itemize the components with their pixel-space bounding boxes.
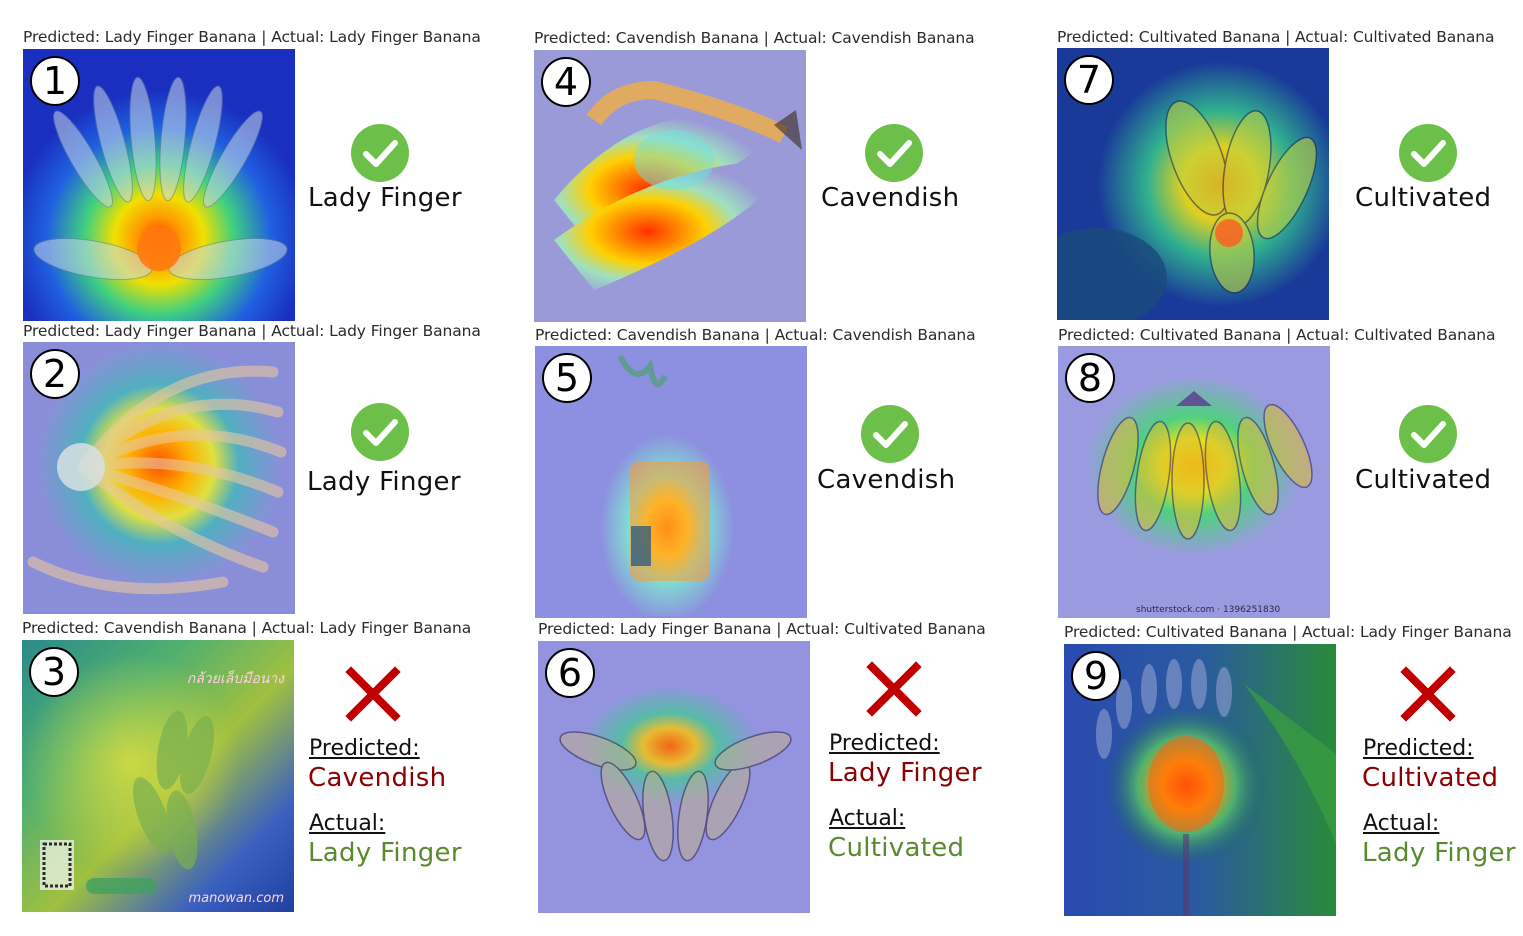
actual-value-6: Cultivated [828, 833, 965, 863]
number-badge-5: 5 [542, 353, 592, 403]
heatmap-image-5: 5 [535, 346, 807, 618]
cross-icon-6 [866, 661, 922, 717]
result-label-2: Lady Finger [307, 467, 461, 497]
number-badge-4: 4 [541, 57, 591, 107]
caption-5: Predicted: Cavendish Banana | Actual: Ca… [535, 326, 976, 344]
caption-4: Predicted: Cavendish Banana | Actual: Ca… [534, 29, 975, 47]
check-icon-4 [865, 124, 923, 182]
predicted-heading-9: Predicted: [1363, 736, 1474, 761]
result-label-8: Cultivated [1355, 465, 1492, 495]
result-label-4: Cavendish [821, 183, 960, 213]
check-icon-5 [861, 405, 919, 463]
check-icon-1 [351, 124, 409, 182]
cross-icon-9 [1400, 666, 1456, 722]
caption-8: Predicted: Cultivated Banana | Actual: C… [1058, 326, 1496, 344]
heatmap-image-6: 6 [538, 641, 810, 913]
result-label-1: Lady Finger [308, 183, 462, 213]
caption-7: Predicted: Cultivated Banana | Actual: C… [1057, 28, 1495, 46]
actual-value-9: Lady Finger [1362, 838, 1516, 868]
caption-2: Predicted: Lady Finger Banana | Actual: … [23, 322, 481, 340]
heatmap-image-4: 4 [534, 50, 806, 322]
predicted-heading-3: Predicted: [309, 736, 420, 761]
heatmap-image-1: 1 [23, 49, 295, 321]
number-badge-7: 7 [1064, 55, 1114, 105]
check-icon-2 [351, 403, 409, 461]
caption-9: Predicted: Cultivated Banana | Actual: L… [1064, 623, 1512, 641]
number-badge-1: 1 [30, 56, 80, 106]
number-badge-6: 6 [545, 648, 595, 698]
actual-heading-3: Actual: [309, 811, 386, 836]
actual-heading-6: Actual: [829, 806, 906, 831]
heatmap-image-7: 7 [1057, 48, 1329, 320]
predicted-value-3: Cavendish [308, 763, 447, 793]
actual-heading-9: Actual: [1363, 811, 1440, 836]
check-icon-8 [1399, 405, 1457, 463]
caption-3: Predicted: Cavendish Banana | Actual: La… [22, 619, 472, 637]
heatmap-image-2: 2 [23, 342, 295, 614]
caption-6: Predicted: Lady Finger Banana | Actual: … [538, 620, 986, 638]
heatmap-image-3: กล้วยเล็บมือนาง manowan.com 3 [22, 640, 294, 912]
watermark-shutterstock: shutterstock.com · 1396251830 [1136, 605, 1281, 615]
cross-icon-3 [345, 666, 401, 722]
number-badge-8: 8 [1065, 353, 1115, 403]
predicted-value-6: Lady Finger [828, 758, 982, 788]
check-icon-7 [1399, 124, 1457, 182]
number-badge-9: 9 [1071, 651, 1121, 701]
actual-value-3: Lady Finger [308, 838, 462, 868]
number-badge-3: 3 [29, 647, 79, 697]
caption-1: Predicted: Lady Finger Banana | Actual: … [23, 28, 481, 46]
watermark-site: manowan.com [188, 891, 284, 906]
predicted-value-9: Cultivated [1362, 763, 1499, 793]
result-label-7: Cultivated [1355, 183, 1492, 213]
number-badge-2: 2 [30, 349, 80, 399]
heatmap-image-8: shutterstock.com · 1396251830 8 [1058, 346, 1330, 618]
predicted-heading-6: Predicted: [829, 731, 940, 756]
result-label-5: Cavendish [817, 465, 956, 495]
heatmap-image-9: 9 [1064, 644, 1336, 916]
watermark-thai: กล้วยเล็บมือนาง [186, 671, 284, 687]
